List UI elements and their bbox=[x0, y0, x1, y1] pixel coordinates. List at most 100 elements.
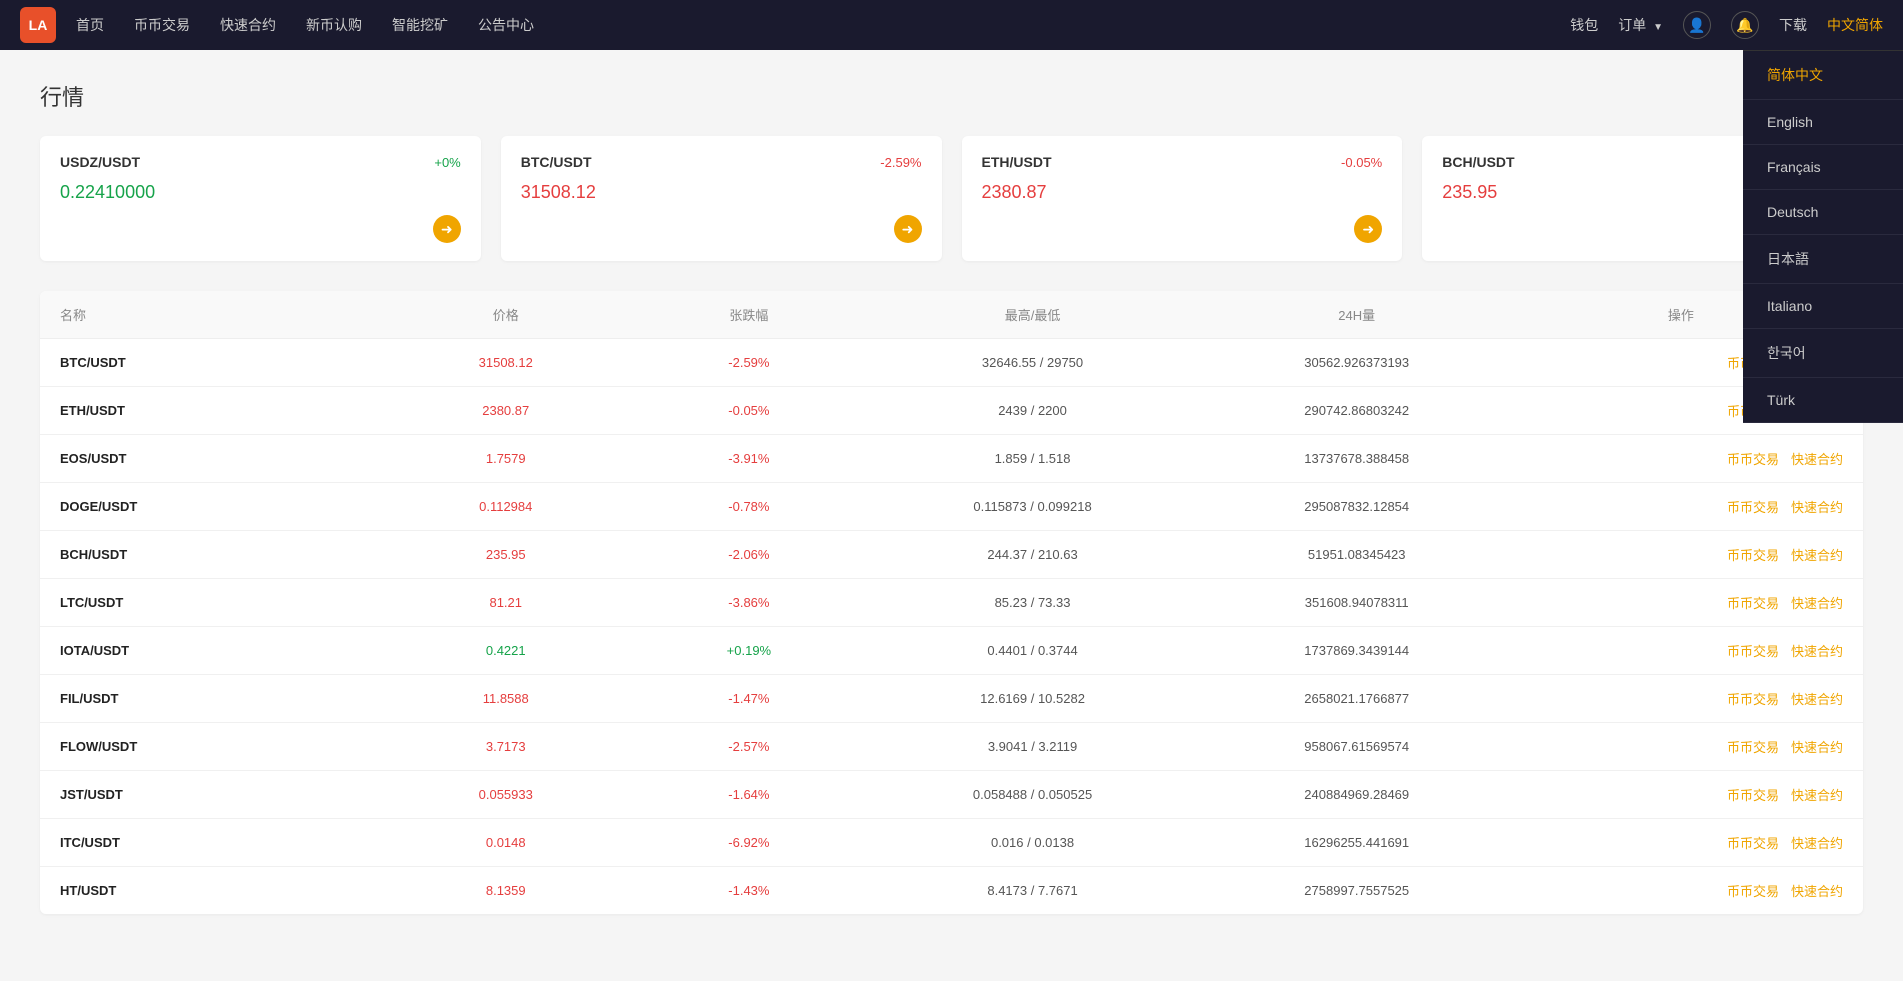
contract-link[interactable]: 快速合约 bbox=[1791, 497, 1843, 516]
contract-link[interactable]: 快速合约 bbox=[1791, 593, 1843, 612]
nav-new-coin[interactable]: 新币认购 bbox=[306, 15, 362, 35]
language-dropdown: 简体中文 English Français Deutsch 日本語 Italia… bbox=[1743, 50, 1903, 423]
col-header-volume: 24H量 bbox=[1195, 305, 1519, 324]
ticker-change: -0.05% bbox=[1341, 155, 1382, 170]
ticker-change: +0% bbox=[434, 155, 460, 170]
ticker-card-footer: ➜ bbox=[521, 215, 922, 243]
table-row: BCH/USDT 235.95 -2.06% 244.37 / 210.63 5… bbox=[40, 531, 1863, 579]
contract-link[interactable]: 快速合约 bbox=[1791, 689, 1843, 708]
cell-highlow: 0.058488 / 0.050525 bbox=[870, 787, 1194, 802]
contract-link[interactable]: 快速合约 bbox=[1791, 737, 1843, 756]
cell-price: 8.1359 bbox=[384, 883, 627, 898]
table-row: LTC/USDT 81.21 -3.86% 85.23 / 73.33 3516… bbox=[40, 579, 1863, 627]
contract-link[interactable]: 快速合约 bbox=[1791, 833, 1843, 852]
nav-mining[interactable]: 智能挖矿 bbox=[392, 15, 448, 35]
lang-option-it[interactable]: Italiano bbox=[1743, 284, 1903, 329]
cell-change: -1.47% bbox=[627, 691, 870, 706]
cell-price: 0.0148 bbox=[384, 835, 627, 850]
notification-icon[interactable]: 🔔 bbox=[1731, 11, 1759, 39]
ticker-price: 2380.87 bbox=[982, 182, 1383, 203]
cell-price: 0.4221 bbox=[384, 643, 627, 658]
ticker-card-header: BTC/USDT -2.59% bbox=[521, 154, 922, 170]
contract-link[interactable]: 快速合约 bbox=[1791, 881, 1843, 900]
cell-price: 81.21 bbox=[384, 595, 627, 610]
cell-price: 31508.12 bbox=[384, 355, 627, 370]
trade-link[interactable]: 币币交易 bbox=[1727, 881, 1779, 900]
trade-link[interactable]: 币币交易 bbox=[1727, 689, 1779, 708]
trade-link[interactable]: 币币交易 bbox=[1727, 785, 1779, 804]
cell-highlow: 244.37 / 210.63 bbox=[870, 547, 1194, 562]
logo[interactable]: LA bbox=[20, 7, 56, 43]
cell-highlow: 12.6169 / 10.5282 bbox=[870, 691, 1194, 706]
nav-trade[interactable]: 币币交易 bbox=[134, 15, 190, 35]
wallet-button[interactable]: 钱包 bbox=[1570, 15, 1598, 35]
table-row: FIL/USDT 11.8588 -1.47% 12.6169 / 10.528… bbox=[40, 675, 1863, 723]
cell-volume: 30562.926373193 bbox=[1195, 355, 1519, 370]
lang-option-de[interactable]: Deutsch bbox=[1743, 190, 1903, 235]
orders-button[interactable]: 订单 ▼ bbox=[1618, 15, 1663, 35]
user-icon[interactable]: 👤 bbox=[1683, 11, 1711, 39]
cell-change: -0.78% bbox=[627, 499, 870, 514]
col-header-change: 张跌幅 bbox=[627, 305, 870, 324]
ticker-arrow-button[interactable]: ➜ bbox=[433, 215, 461, 243]
trade-link[interactable]: 币币交易 bbox=[1727, 449, 1779, 468]
cell-change: -1.64% bbox=[627, 787, 870, 802]
cell-price: 0.055933 bbox=[384, 787, 627, 802]
lang-option-en[interactable]: English bbox=[1743, 100, 1903, 145]
ticker-card-usdz: USDZ/USDT +0% 0.22410000 ➜ bbox=[40, 136, 481, 261]
cell-symbol: EOS/USDT bbox=[60, 451, 384, 466]
main-content: 行情 USDZ/USDT +0% 0.22410000 ➜ BTC/USDT -… bbox=[0, 50, 1903, 944]
cell-actions: 币币交易 快速合约 bbox=[1519, 449, 1843, 468]
contract-link[interactable]: 快速合约 bbox=[1791, 449, 1843, 468]
contract-link[interactable]: 快速合约 bbox=[1791, 545, 1843, 564]
table-row: FLOW/USDT 3.7173 -2.57% 3.9041 / 3.2119 … bbox=[40, 723, 1863, 771]
contract-link[interactable]: 快速合约 bbox=[1791, 785, 1843, 804]
cell-volume: 2658021.1766877 bbox=[1195, 691, 1519, 706]
orders-dropdown-arrow: ▼ bbox=[1653, 22, 1663, 33]
cell-change: -0.05% bbox=[627, 403, 870, 418]
nav-announcement[interactable]: 公告中心 bbox=[478, 15, 534, 35]
table-row: ETH/USDT 2380.87 -0.05% 2439 / 2200 2907… bbox=[40, 387, 1863, 435]
lang-option-tr[interactable]: Türk bbox=[1743, 378, 1903, 423]
trade-link[interactable]: 币币交易 bbox=[1727, 833, 1779, 852]
cell-highlow: 85.23 / 73.33 bbox=[870, 595, 1194, 610]
cell-symbol: JST/USDT bbox=[60, 787, 384, 802]
ticker-card-header: ETH/USDT -0.05% bbox=[982, 154, 1383, 170]
lang-option-zh[interactable]: 简体中文 bbox=[1743, 51, 1903, 100]
trade-link[interactable]: 币币交易 bbox=[1727, 545, 1779, 564]
lang-option-ko[interactable]: 한국어 bbox=[1743, 329, 1903, 378]
cell-volume: 13737678.388458 bbox=[1195, 451, 1519, 466]
trade-link[interactable]: 币币交易 bbox=[1727, 737, 1779, 756]
ticker-card-eth: ETH/USDT -0.05% 2380.87 ➜ bbox=[962, 136, 1403, 261]
header: LA 首页 币币交易 快速合约 新币认购 智能挖矿 公告中心 钱包 订单 ▼ 👤… bbox=[0, 0, 1903, 50]
contract-link[interactable]: 快速合约 bbox=[1791, 641, 1843, 660]
cell-volume: 351608.94078311 bbox=[1195, 595, 1519, 610]
cell-actions: 币币交易 快速合约 bbox=[1519, 641, 1843, 660]
cell-highlow: 0.016 / 0.0138 bbox=[870, 835, 1194, 850]
trade-link[interactable]: 币币交易 bbox=[1727, 641, 1779, 660]
cell-highlow: 3.9041 / 3.2119 bbox=[870, 739, 1194, 754]
cell-change: -3.86% bbox=[627, 595, 870, 610]
nav-home[interactable]: 首页 bbox=[76, 15, 104, 35]
main-nav: 首页 币币交易 快速合约 新币认购 智能挖矿 公告中心 bbox=[76, 15, 1570, 35]
cell-actions: 币币交易 快速合约 bbox=[1519, 593, 1843, 612]
nav-quick-contract[interactable]: 快速合约 bbox=[220, 15, 276, 35]
cell-change: -2.59% bbox=[627, 355, 870, 370]
cell-volume: 1737869.3439144 bbox=[1195, 643, 1519, 658]
table-row: DOGE/USDT 0.112984 -0.78% 0.115873 / 0.0… bbox=[40, 483, 1863, 531]
cell-symbol: FLOW/USDT bbox=[60, 739, 384, 754]
cell-actions: 币币交易 快速合约 bbox=[1519, 737, 1843, 756]
download-button[interactable]: 下载 bbox=[1779, 15, 1807, 35]
trade-link[interactable]: 币币交易 bbox=[1727, 497, 1779, 516]
lang-option-ja[interactable]: 日本語 bbox=[1743, 235, 1903, 284]
ticker-arrow-button[interactable]: ➜ bbox=[894, 215, 922, 243]
trade-link[interactable]: 币币交易 bbox=[1727, 593, 1779, 612]
ticker-change: -2.59% bbox=[880, 155, 921, 170]
lang-option-fr[interactable]: Français bbox=[1743, 145, 1903, 190]
cell-volume: 2758997.7557525 bbox=[1195, 883, 1519, 898]
table-row: JST/USDT 0.055933 -1.64% 0.058488 / 0.05… bbox=[40, 771, 1863, 819]
ticker-arrow-button[interactable]: ➜ bbox=[1354, 215, 1382, 243]
language-button[interactable]: 中文简体 bbox=[1827, 15, 1883, 35]
cell-actions: 币币交易 快速合约 bbox=[1519, 497, 1843, 516]
col-header-highlow: 最高/最低 bbox=[870, 305, 1194, 324]
